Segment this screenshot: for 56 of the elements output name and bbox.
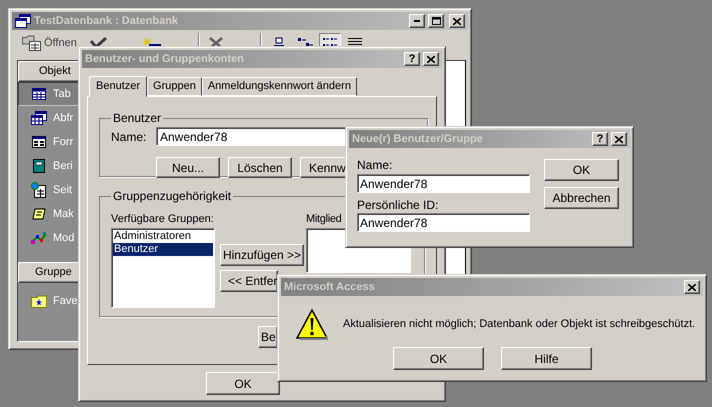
dialog-title: Microsoft Access bbox=[284, 280, 376, 295]
module-icon bbox=[31, 231, 47, 245]
group-title: Gruppenzugehörigkeit bbox=[112, 188, 232, 205]
field-label: Name: bbox=[357, 158, 394, 172]
ok-button[interactable]: OK bbox=[206, 372, 280, 395]
warning-icon bbox=[296, 309, 328, 340]
user-action-button[interactable]: Neu... bbox=[156, 157, 220, 178]
tab[interactable]: Gruppen bbox=[147, 77, 202, 96]
close-icon bbox=[427, 56, 435, 62]
close-button[interactable] bbox=[684, 280, 700, 294]
close-icon bbox=[615, 136, 623, 142]
maximize-button[interactable] bbox=[428, 14, 444, 28]
query-icon bbox=[31, 111, 47, 125]
list-item[interactable]: Benutzer bbox=[113, 243, 213, 256]
alert-message: Aktualisieren nicht möglich; Datenbank oder Objekt ist schreibgeschützt. bbox=[343, 317, 696, 332]
cancel-button[interactable]: Abbrechen bbox=[544, 187, 619, 209]
tab[interactable]: Benutzer bbox=[89, 76, 148, 97]
user-action-button[interactable]: Löschen bbox=[228, 157, 292, 178]
group-title: Benutzer bbox=[112, 110, 162, 127]
table-icon bbox=[32, 88, 46, 100]
database-icon bbox=[15, 14, 31, 28]
alert-button[interactable]: OK bbox=[393, 347, 484, 370]
report-icon bbox=[33, 159, 45, 173]
close-icon bbox=[688, 284, 696, 290]
window-title: TestDatenbank : Datenbank bbox=[34, 14, 180, 29]
tab[interactable]: Anmeldungskennwort ändern bbox=[202, 77, 357, 96]
add-button[interactable]: Hinzufügen >> bbox=[220, 244, 304, 266]
remove-button[interactable]: << Entfer bbox=[220, 270, 278, 292]
minimize-button[interactable] bbox=[409, 14, 425, 28]
list-label: Mitglied bbox=[306, 212, 342, 227]
personal-id-field[interactable]: Anwender78 bbox=[357, 213, 530, 232]
maximize-icon bbox=[432, 17, 440, 25]
large-icons-icon bbox=[272, 37, 287, 49]
help-button[interactable]: ? bbox=[592, 132, 608, 146]
field-label: Name: bbox=[111, 128, 148, 146]
help-button[interactable]: ? bbox=[404, 52, 420, 66]
list-label: Verfügbare Gruppen: bbox=[111, 212, 215, 227]
form-icon bbox=[32, 136, 46, 148]
page-icon bbox=[31, 182, 47, 198]
field-label: Persönliche ID: bbox=[357, 198, 440, 212]
delete-icon bbox=[208, 37, 223, 49]
open-button[interactable]: Öffnen bbox=[20, 32, 79, 54]
print-button[interactable]: Be bbox=[258, 326, 278, 348]
close-button[interactable] bbox=[449, 14, 465, 28]
scroll-icon bbox=[32, 208, 46, 220]
folder-form-icon bbox=[22, 34, 42, 52]
list-view-icon bbox=[322, 37, 338, 49]
close-icon bbox=[453, 18, 461, 24]
name-field[interactable]: Anwender78 bbox=[357, 174, 530, 193]
small-icons-icon bbox=[296, 37, 313, 49]
close-button[interactable] bbox=[423, 52, 439, 66]
ok-button[interactable]: OK bbox=[544, 159, 619, 181]
alert-button[interactable]: Hilfe bbox=[501, 347, 592, 370]
folder-icon bbox=[31, 294, 47, 308]
minimize-icon bbox=[414, 20, 420, 22]
close-button[interactable] bbox=[611, 132, 627, 146]
